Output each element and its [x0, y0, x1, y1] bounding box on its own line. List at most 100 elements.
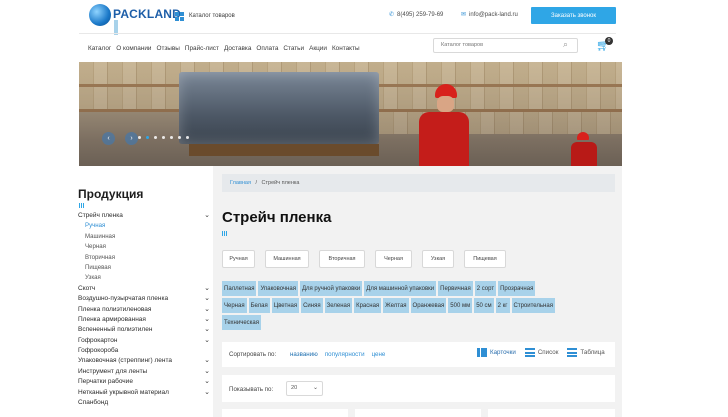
- tag-chip[interactable]: 50 см: [474, 298, 494, 313]
- page-size-bar: Показывать по: 20 ⌄: [222, 375, 615, 402]
- chevron-down-icon[interactable]: ⌄: [204, 315, 210, 323]
- view-option[interactable]: Таблица: [567, 348, 605, 357]
- tag-chip[interactable]: Для ручной упаковки: [299, 281, 363, 296]
- sort-option[interactable]: популярности: [325, 351, 365, 358]
- category-label: Перчатки рабочие: [78, 378, 133, 386]
- tag-chip[interactable]: Зеленая: [324, 298, 353, 313]
- chevron-down-icon[interactable]: ⌄: [204, 284, 210, 292]
- category-item[interactable]: Пленка армированная ⌄: [78, 316, 210, 326]
- slider-dot[interactable]: [138, 136, 141, 139]
- product-card[interactable]: [488, 409, 615, 417]
- category-item[interactable]: Пленка полиэтиленовая ⌄: [78, 306, 210, 316]
- tag-chip[interactable]: Цветная: [271, 298, 300, 313]
- slider-dot[interactable]: [186, 136, 189, 139]
- subcategory-item[interactable]: Пищевая: [78, 264, 210, 274]
- subcategory-item[interactable]: Машинная: [78, 233, 210, 243]
- category-label: Пищевая: [85, 263, 111, 271]
- chevron-down-icon[interactable]: ⌄: [204, 336, 210, 344]
- site-logo[interactable]: PACKLAND: [89, 4, 181, 35]
- view-option[interactable]: Карточки: [477, 348, 516, 357]
- sort-option[interactable]: названию: [290, 351, 318, 358]
- category-item[interactable]: Перчатки рабочие ⌄: [78, 378, 210, 388]
- nav-item[interactable]: Оплата: [256, 45, 278, 52]
- slider-dot[interactable]: [170, 136, 173, 139]
- filter-button[interactable]: Машинная: [265, 250, 309, 268]
- category-item[interactable]: Нетканый укрывной материал ⌄: [78, 389, 210, 399]
- phone-link[interactable]: ✆ 8(495) 259-79-69: [389, 11, 443, 19]
- chevron-down-icon[interactable]: ⌄: [204, 305, 210, 313]
- tag-chip[interactable]: Прозрачная: [498, 281, 536, 296]
- chevron-down-icon[interactable]: ⌄: [204, 388, 210, 396]
- subcategory-item[interactable]: Ручная: [78, 222, 210, 232]
- nav-item[interactable]: Каталог: [88, 45, 111, 52]
- search-input[interactable]: Каталог товаров: [433, 38, 578, 53]
- catalog-link[interactable]: Каталог товаров: [175, 10, 235, 22]
- filter-button[interactable]: Пищевая: [464, 250, 506, 268]
- tag-chip[interactable]: Первичная: [438, 281, 473, 296]
- tag-chip[interactable]: Паллетная: [222, 281, 257, 296]
- tag-chip[interactable]: 500 мм: [448, 298, 473, 313]
- email-link[interactable]: ✉ info@pack-land.ru: [461, 11, 518, 19]
- subcategory-item[interactable]: Вторичная: [78, 254, 210, 264]
- tag-chip[interactable]: Техническая: [222, 315, 262, 330]
- filter-button[interactable]: Черная: [375, 250, 412, 268]
- chevron-down-icon[interactable]: ⌄: [204, 367, 210, 375]
- page-size-select[interactable]: 20 ⌄: [286, 381, 323, 396]
- nav-item[interactable]: Доставка: [224, 45, 251, 52]
- call-request-button[interactable]: Заказать звонок: [531, 7, 616, 24]
- chevron-down-icon[interactable]: ⌄: [204, 211, 210, 219]
- tag-chip[interactable]: Синяя: [301, 298, 323, 313]
- tag-chip[interactable]: Белая: [248, 298, 270, 313]
- tag-chip[interactable]: Красная: [354, 298, 382, 313]
- slider-prev-button[interactable]: ‹: [102, 132, 115, 145]
- search-icon[interactable]: ⌕: [563, 39, 568, 50]
- category-item[interactable]: Инструмент для ленты ⌄: [78, 368, 210, 378]
- filter-button[interactable]: Узкая: [422, 250, 454, 268]
- page-title: Стрейч пленка: [222, 209, 332, 226]
- product-card[interactable]: [222, 409, 348, 417]
- tag-chip[interactable]: Строительная: [511, 298, 555, 313]
- tag-chip[interactable]: Желтая: [383, 298, 409, 313]
- category-item[interactable]: Упаковочная (стреппинг) лента ⌄: [78, 357, 210, 367]
- logo-name: PACKLAND: [113, 7, 182, 21]
- category-item[interactable]: Вспененный полиэтилен ⌄: [78, 326, 210, 336]
- view-option[interactable]: Список: [524, 348, 559, 357]
- nav-item[interactable]: Отзывы: [156, 45, 179, 52]
- tag-chip[interactable]: 2 кг: [495, 298, 510, 313]
- category-item[interactable]: Гофрокартон ⌄: [78, 337, 210, 347]
- cart-button[interactable]: 🛒︎ 0: [596, 37, 616, 54]
- chevron-down-icon[interactable]: ⌄: [204, 325, 210, 333]
- tag-chip[interactable]: Упаковочная: [258, 281, 298, 296]
- nav-item[interactable]: Контакты: [332, 45, 360, 52]
- category-item[interactable]: Спанбонд: [78, 399, 210, 409]
- filter-button[interactable]: Ручная: [222, 250, 255, 268]
- product-card[interactable]: [355, 409, 481, 417]
- pallet-base: [189, 144, 379, 156]
- category-item[interactable]: Воздушно-пузырчатая пленка ⌄: [78, 295, 210, 305]
- subcategory-item[interactable]: Черная: [78, 243, 210, 253]
- category-item[interactable]: Стрейч пленка ⌄: [78, 212, 210, 222]
- tag-chip[interactable]: Для машинной упаковки: [364, 281, 437, 296]
- tag-chip[interactable]: Черная: [222, 298, 247, 313]
- breadcrumb-home-link[interactable]: Главная: [230, 180, 251, 186]
- slider-dot[interactable]: [154, 136, 157, 139]
- slider-dot[interactable]: [146, 136, 149, 139]
- filter-button[interactable]: Вторичная: [319, 250, 365, 268]
- chevron-down-icon[interactable]: ⌄: [204, 294, 210, 302]
- nav-item[interactable]: Прайс-лист: [185, 45, 219, 52]
- chevron-down-icon[interactable]: ⌄: [204, 377, 210, 385]
- slider-next-button[interactable]: ›: [125, 132, 138, 145]
- tag-chip[interactable]: Оранжевая: [410, 298, 447, 313]
- tag-chip[interactable]: 2 сорт: [474, 281, 497, 296]
- view-option-label: Список: [537, 349, 559, 356]
- subcategory-item[interactable]: Узкая: [78, 274, 210, 284]
- category-item[interactable]: Скотч ⌄: [78, 285, 210, 295]
- nav-item[interactable]: О компании: [116, 45, 151, 52]
- nav-item[interactable]: Статьи: [283, 45, 304, 52]
- slider-dot[interactable]: [178, 136, 181, 139]
- category-item[interactable]: Гофрокороба: [78, 347, 210, 357]
- nav-item[interactable]: Акции: [309, 45, 327, 52]
- sort-option[interactable]: цене: [372, 351, 386, 358]
- slider-dot[interactable]: [162, 136, 165, 139]
- chevron-down-icon[interactable]: ⌄: [204, 356, 210, 364]
